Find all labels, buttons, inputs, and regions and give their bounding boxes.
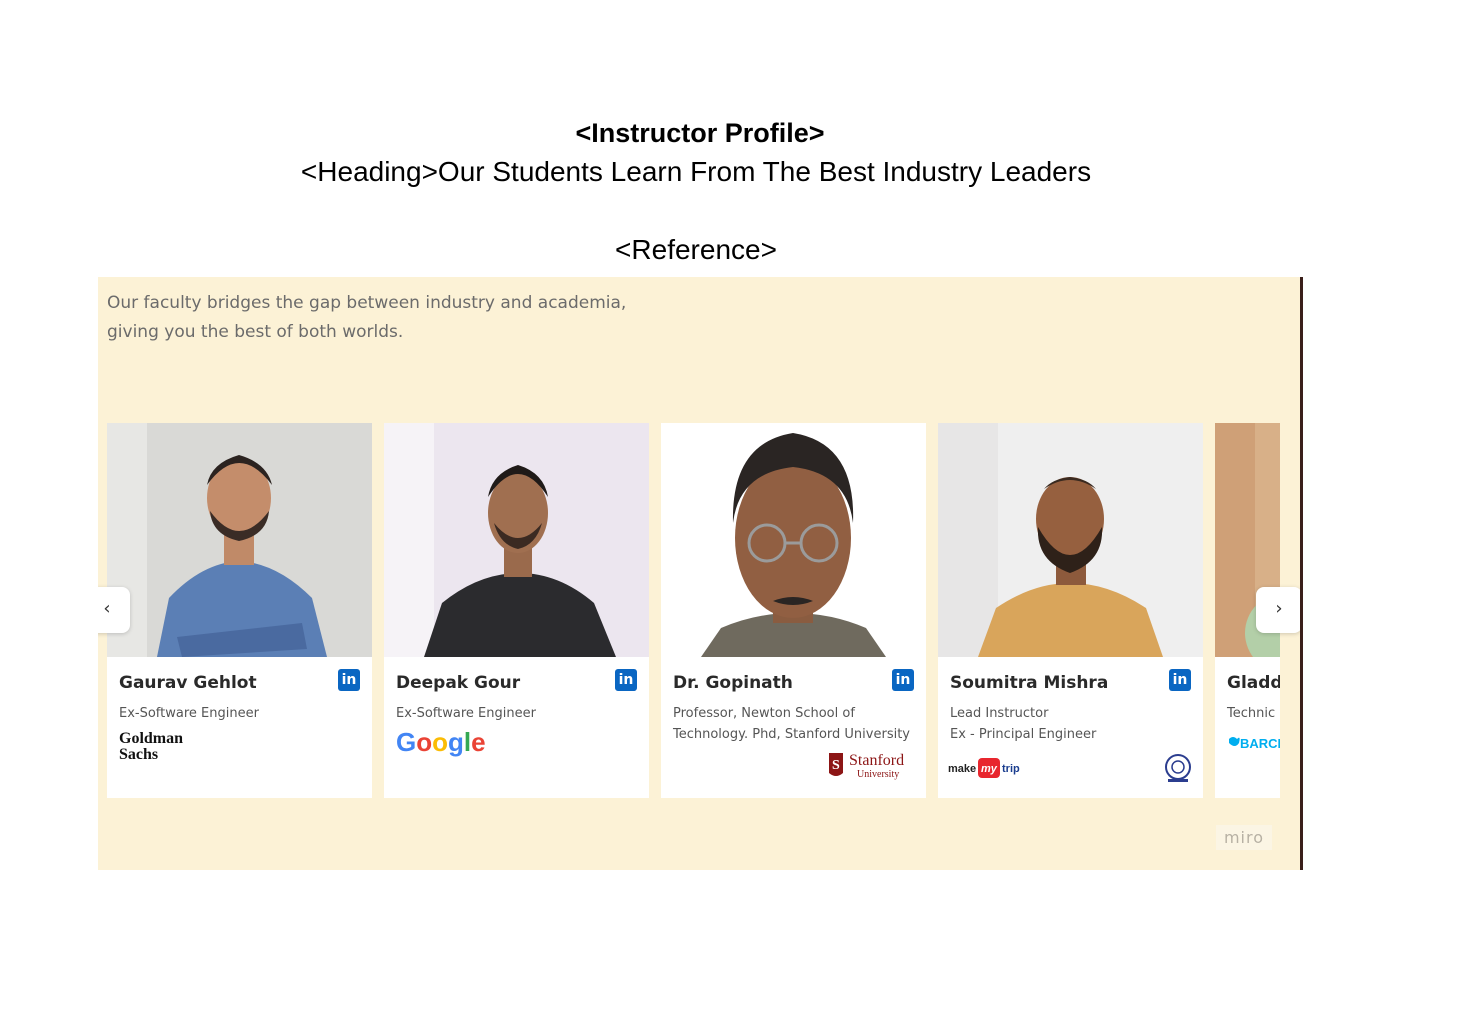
intro-line-2: giving you the best of both worlds. <box>107 322 404 342</box>
instructor-role: Ex-Software Engineer <box>396 706 536 721</box>
instructor-card[interactable]: Gaurav Gehlot in Ex-Software Engineer Go… <box>107 423 372 798</box>
linkedin-icon[interactable]: in <box>1169 669 1191 691</box>
instructor-name: Gladd <box>1227 673 1280 693</box>
instructor-photo <box>384 423 649 657</box>
instructor-card[interactable]: Deepak Gour in Ex-Software Engineer Goog… <box>384 423 649 798</box>
svg-text:Goldman: Goldman <box>119 730 183 747</box>
instructor-card[interactable]: Soumitra Mishra in Lead Instructor Ex - … <box>938 423 1203 798</box>
svg-text:Sachs: Sachs <box>119 746 158 761</box>
annotation-reference: <Reference> <box>615 234 777 265</box>
reference-panel: Our faculty bridges the gap between indu… <box>98 277 1303 870</box>
linkedin-icon[interactable]: in <box>615 669 637 691</box>
instructor-name: Gaurav Gehlot <box>119 673 257 693</box>
carousel-prev-button[interactable]: ‹ <box>98 587 130 633</box>
miro-watermark: miro <box>1215 825 1272 850</box>
google-logo: Google <box>396 725 486 764</box>
svg-text:my: my <box>981 763 998 775</box>
instructor-role: Professor, Newton School of Technology. … <box>673 706 910 742</box>
intro-line-1: Our faculty bridges the gap between indu… <box>107 293 627 313</box>
instructor-role: Technic <box>1227 706 1276 721</box>
instructor-carousel: Gaurav Gehlot in Ex-Software Engineer Go… <box>107 423 1280 798</box>
goldman-sachs-logo: Goldman Sachs <box>119 729 199 766</box>
makemytrip-logo: make my trip <box>948 757 1028 784</box>
barclays-logo: BARCL <box>1227 733 1280 758</box>
linkedin-icon[interactable]: in <box>338 669 360 691</box>
linkedin-icon[interactable]: in <box>892 669 914 691</box>
iit-emblem-icon <box>1164 753 1192 788</box>
instructor-photo <box>938 423 1203 657</box>
chevron-left-icon: ‹ <box>103 598 111 619</box>
instructor-role: Lead Instructor Ex - Principal Engineer <box>950 706 1097 742</box>
barclays-logo-text: BARCL <box>1240 736 1280 751</box>
chevron-right-icon: › <box>1275 598 1283 619</box>
instructor-name: Dr. Gopinath <box>673 673 793 693</box>
svg-text:trip: trip <box>1002 763 1020 775</box>
instructor-name: Soumitra Mishra <box>950 673 1109 693</box>
carousel-next-button[interactable]: › <box>1256 587 1300 633</box>
svg-text:Google: Google <box>396 727 486 757</box>
annotation-title: <Instructor Profile> <box>575 118 825 148</box>
svg-text:University: University <box>857 769 899 780</box>
instructor-card[interactable]: Dr. Gopinath in Professor, Newton School… <box>661 423 926 798</box>
instructor-photo <box>107 423 372 657</box>
instructor-role: Ex-Software Engineer <box>119 706 259 721</box>
stanford-university-logo: S Stanford University <box>827 751 917 786</box>
svg-text:S: S <box>832 758 840 773</box>
instructor-photo <box>661 423 926 657</box>
intro-text: Our faculty bridges the gap between indu… <box>107 289 707 347</box>
svg-text:Stanford: Stanford <box>849 752 904 769</box>
svg-text:make: make <box>948 763 976 775</box>
annotation-heading: <Heading>Our Students Learn From The Bes… <box>300 156 1092 187</box>
instructor-name: Deepak Gour <box>396 673 521 693</box>
